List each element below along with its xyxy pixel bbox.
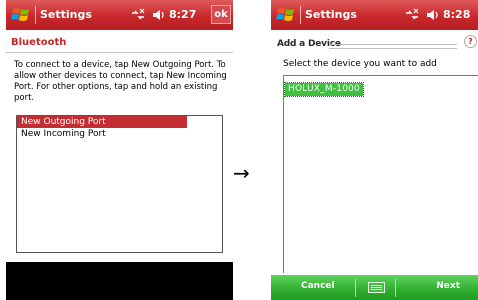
title-bar: Settings 8:27 ok [6, 0, 233, 30]
list-item-device[interactable]: HOLUX_M-1000 [284, 82, 364, 97]
windows-flag-icon[interactable] [275, 4, 297, 26]
speaker-icon[interactable] [426, 8, 440, 22]
next-button[interactable]: Next [436, 281, 460, 291]
title-bar: Settings 8:28 [271, 0, 478, 30]
connectivity-icon[interactable] [404, 8, 420, 22]
cancel-button[interactable]: Cancel [301, 281, 335, 291]
port-list[interactable]: New Outgoing Port New Incoming Port [16, 115, 223, 253]
clock[interactable]: 8:27 [169, 8, 196, 21]
prompt-text: Select the device you want to add [283, 59, 437, 69]
connectivity-icon[interactable] [130, 8, 146, 22]
help-icon[interactable]: ? [464, 35, 477, 48]
ok-button[interactable]: ok [211, 5, 231, 24]
keyboard-icon[interactable] [368, 282, 385, 293]
clock[interactable]: 8:28 [443, 8, 470, 21]
speaker-icon[interactable] [152, 8, 166, 22]
title-separator [300, 6, 301, 24]
bluetooth-settings-screen: Settings 8:27 ok Bluetooth To connect to… [6, 0, 233, 300]
list-item-new-outgoing-port[interactable]: New Outgoing Port [17, 116, 187, 128]
list-item-new-incoming-port[interactable]: New Incoming Port [17, 128, 222, 140]
softkey-bar: Cancel Next [271, 275, 478, 300]
window-title: Settings [40, 8, 92, 21]
page-title: Bluetooth [11, 37, 67, 48]
softkey-divider [355, 279, 356, 297]
menu-bar [6, 262, 233, 300]
windows-flag-icon[interactable] [10, 4, 32, 26]
transition-arrow: → [233, 161, 250, 185]
title-separator [35, 6, 36, 24]
window-title: Settings [305, 8, 357, 21]
device-list[interactable]: HOLUX_M-1000 [283, 75, 478, 273]
title-divider [329, 48, 457, 49]
title-divider [329, 44, 457, 45]
softkey-divider [395, 279, 396, 297]
heading-divider [6, 52, 233, 53]
add-device-screen: Settings 8:28 Add a Device ? Select the … [271, 0, 478, 300]
instructions-text: To connect to a device, tap New Outgoing… [14, 60, 227, 103]
